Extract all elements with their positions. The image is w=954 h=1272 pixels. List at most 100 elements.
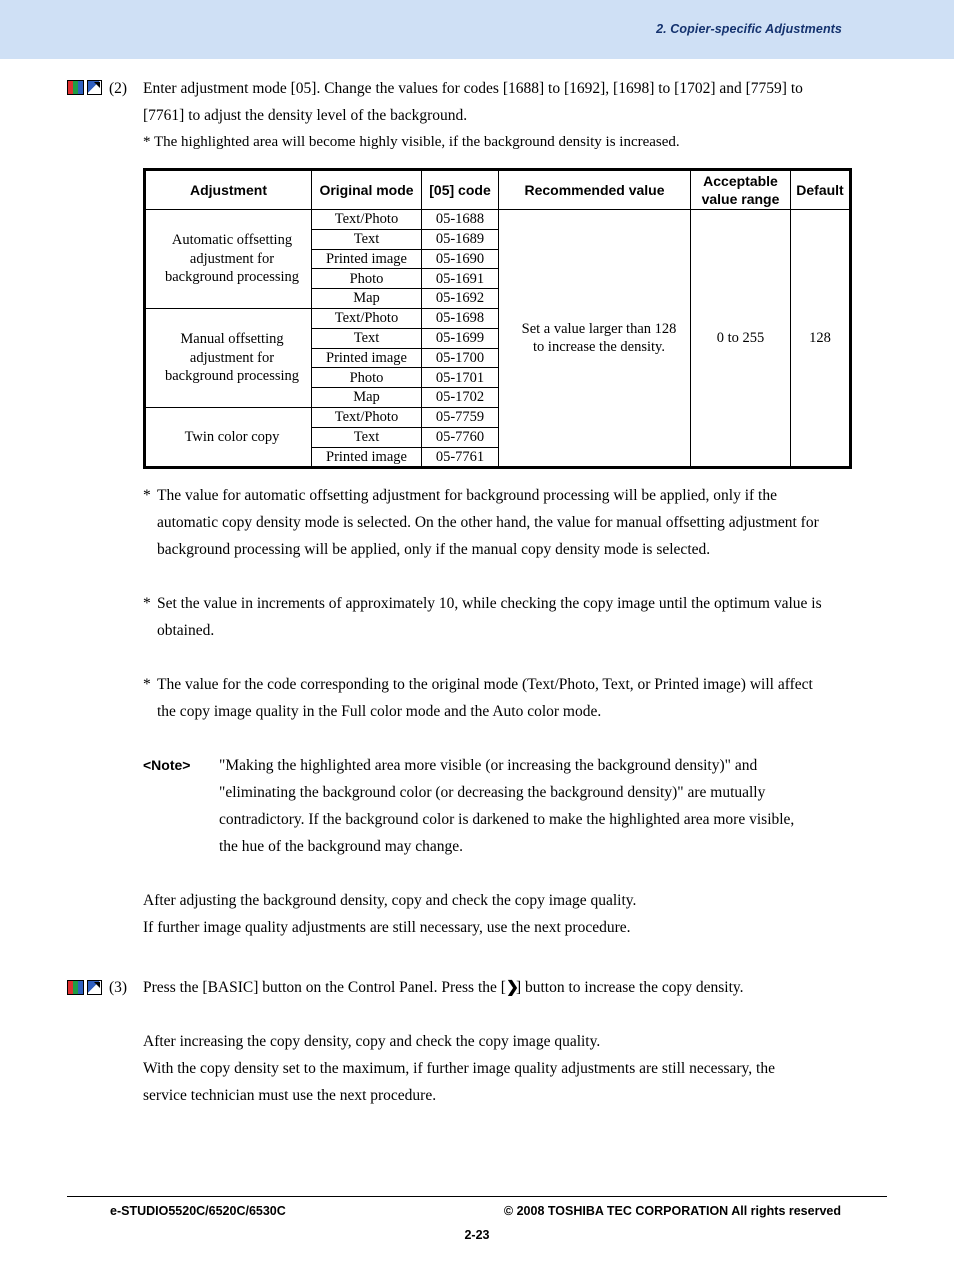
cell-mode: Text xyxy=(311,327,422,349)
step-2-line1: Enter adjustment mode [05]. Change the v… xyxy=(143,80,803,97)
cell-mode: Text xyxy=(311,426,422,448)
after-step3-line3: service technician must use the next pro… xyxy=(143,1087,437,1105)
cell-recommended-value: Set a value larger than 128 to increase … xyxy=(498,208,691,468)
cell-mode: Photo xyxy=(311,367,422,389)
after-step3-line1: After increasing the copy density, copy … xyxy=(143,1033,601,1051)
cell-code: 05-7759 xyxy=(421,406,499,428)
note-block-line1: "Making the highlighted area more visibl… xyxy=(219,757,758,775)
cell-default: 128 xyxy=(790,208,850,468)
cell-code: 05-1699 xyxy=(421,327,499,349)
pen-icon xyxy=(87,79,102,95)
group-2-label-line2: adjustment for xyxy=(189,349,275,366)
footer-page-number: 2-23 xyxy=(464,1228,490,1242)
group-1-label-line2: adjustment for xyxy=(189,250,275,267)
step-3-text-before: Press the [BASIC] button on the Control … xyxy=(143,979,506,997)
note-2-line2: obtained. xyxy=(157,622,215,640)
step-2: (2) Enter adjustment mode [05]. Change th… xyxy=(0,75,954,156)
note-block-line2: "eliminating the background color (or de… xyxy=(219,784,766,802)
cell-code: 05-1701 xyxy=(421,367,499,389)
cell-code: 05-1691 xyxy=(421,268,499,290)
th-acceptable-line2: value range xyxy=(701,191,780,207)
cell-code: 05-1700 xyxy=(421,347,499,369)
note-1-star: * xyxy=(143,487,151,505)
note-3-line1: The value for the code corresponding to … xyxy=(157,676,813,694)
cell-code: 05-1689 xyxy=(421,228,499,250)
group-1-label-line1: Automatic offsetting xyxy=(171,232,293,249)
group-2-label-line1: Manual offsetting xyxy=(180,331,284,348)
note-1: * The value for automatic offsetting adj… xyxy=(143,482,954,563)
table-header-row: Adjustment Original mode [05] code Recom… xyxy=(145,170,850,210)
group-1-label-line3: background processing xyxy=(164,269,300,286)
cell-mode: Photo xyxy=(311,268,422,290)
after-step3-paragraph: After increasing the copy density, copy … xyxy=(143,1028,954,1109)
th-default: Default xyxy=(790,170,850,210)
adjustment-table-wrapper: Adjustment Original mode [05] code Recom… xyxy=(143,168,852,470)
th-code: [05] code xyxy=(421,170,499,210)
density-arrow-icon: ❯ xyxy=(505,979,519,997)
cell-mode: Printed image xyxy=(311,347,422,369)
note-2-star: * xyxy=(143,595,151,613)
note-1-line3: background processing will be applied, o… xyxy=(157,541,711,559)
cell-mode: Map xyxy=(311,288,422,309)
note-2-line1: Set the value in increments of approxima… xyxy=(157,595,822,613)
group-1-label: Automatic offsetting adjustment for back… xyxy=(145,209,312,309)
cell-code: 05-1692 xyxy=(421,288,499,309)
note-2: * Set the value in increments of approxi… xyxy=(143,590,954,644)
step-2-line2: [7761] to adjust the density level of th… xyxy=(143,107,468,124)
cell-code: 05-1690 xyxy=(421,248,499,270)
th-acceptable-line1: Acceptable xyxy=(703,172,778,189)
note-3-star: * xyxy=(143,676,151,694)
note-block-line4: the hue of the background may change. xyxy=(219,838,464,856)
step-2-line3: * The highlighted area will become highl… xyxy=(143,134,680,150)
cell-acceptable-range: 0 to 255 xyxy=(690,208,791,468)
footer-divider xyxy=(67,1196,887,1197)
footer-copyright: © 2008 TOSHIBA TEC CORPORATION All right… xyxy=(503,1204,841,1218)
group-2-label-line3: background processing xyxy=(164,368,300,385)
note-block: <Note> "Making the highlighted area more… xyxy=(143,752,954,860)
group-3-label: Twin color copy xyxy=(145,406,312,468)
cell-mode: Text xyxy=(311,228,422,250)
note-1-line1: The value for automatic offsetting adjus… xyxy=(157,487,777,505)
group-2-label: Manual offsetting adjustment for backgro… xyxy=(145,307,312,408)
recval-line2: to increase the density. xyxy=(533,339,665,356)
note-block-label: <Note> xyxy=(143,757,191,774)
cell-code: 05-1702 xyxy=(421,387,499,408)
color-bars-icon xyxy=(67,979,84,995)
note-block-line3: contradictory. If the background color i… xyxy=(219,811,795,829)
cell-mode: Text/Photo xyxy=(311,209,422,230)
chapter-title: 2. Copier-specific Adjustments xyxy=(656,22,842,36)
step-3: (3) Press the [BASIC] button on the Contr… xyxy=(0,974,954,1001)
th-adjustment: Adjustment xyxy=(145,170,312,210)
page: 2. Copier-specific Adjustments (2) Enter … xyxy=(0,0,954,1272)
recval-line1: Set a value larger than 128 xyxy=(521,320,677,337)
table-row: Automatic offsetting adjustment for back… xyxy=(145,208,850,468)
step-3-number: (3) xyxy=(109,979,128,997)
th-acceptable-range: Acceptable value range xyxy=(690,170,791,210)
cell-code: 05-1688 xyxy=(421,209,499,230)
adjustment-table: Adjustment Original mode [05] code Recom… xyxy=(145,170,850,468)
th-recommended-value: Recommended value xyxy=(498,170,691,210)
pen-icon xyxy=(87,979,102,995)
step-2-number: (2) xyxy=(109,80,128,97)
cell-mode: Text/Photo xyxy=(311,307,422,329)
after-note-paragraph: After adjusting the background density, … xyxy=(143,887,954,941)
cell-code: 05-1698 xyxy=(421,307,499,329)
step-marker-icon xyxy=(67,979,105,995)
footer-model: e-STUDIO5520C/6520C/6530C xyxy=(110,1204,286,1218)
cell-mode: Printed image xyxy=(311,446,422,468)
step-3-text-after: ] button to increase the copy density. xyxy=(515,979,744,997)
after-step3-line2: With the copy density set to the maximum… xyxy=(143,1060,775,1078)
note-1-line2: automatic copy density mode is selected.… xyxy=(157,514,819,532)
cell-mode: Printed image xyxy=(311,248,422,270)
group-3-label-line1: Twin color copy xyxy=(184,428,280,445)
cell-mode: Map xyxy=(311,387,422,408)
page-content: (2) Enter adjustment mode [05]. Change th… xyxy=(0,59,954,1109)
cell-code: 05-7760 xyxy=(421,426,499,448)
note-3-line2: the copy image quality in the Full color… xyxy=(157,703,602,721)
cell-code: 05-7761 xyxy=(421,446,499,468)
after-note-line2: If further image quality adjustments are… xyxy=(143,919,631,937)
color-bars-icon xyxy=(67,79,84,95)
note-block-text: "Making the highlighted area more visibl… xyxy=(219,752,954,860)
note-3: * The value for the code corresponding t… xyxy=(143,671,954,725)
th-original-mode: Original mode xyxy=(311,170,422,210)
